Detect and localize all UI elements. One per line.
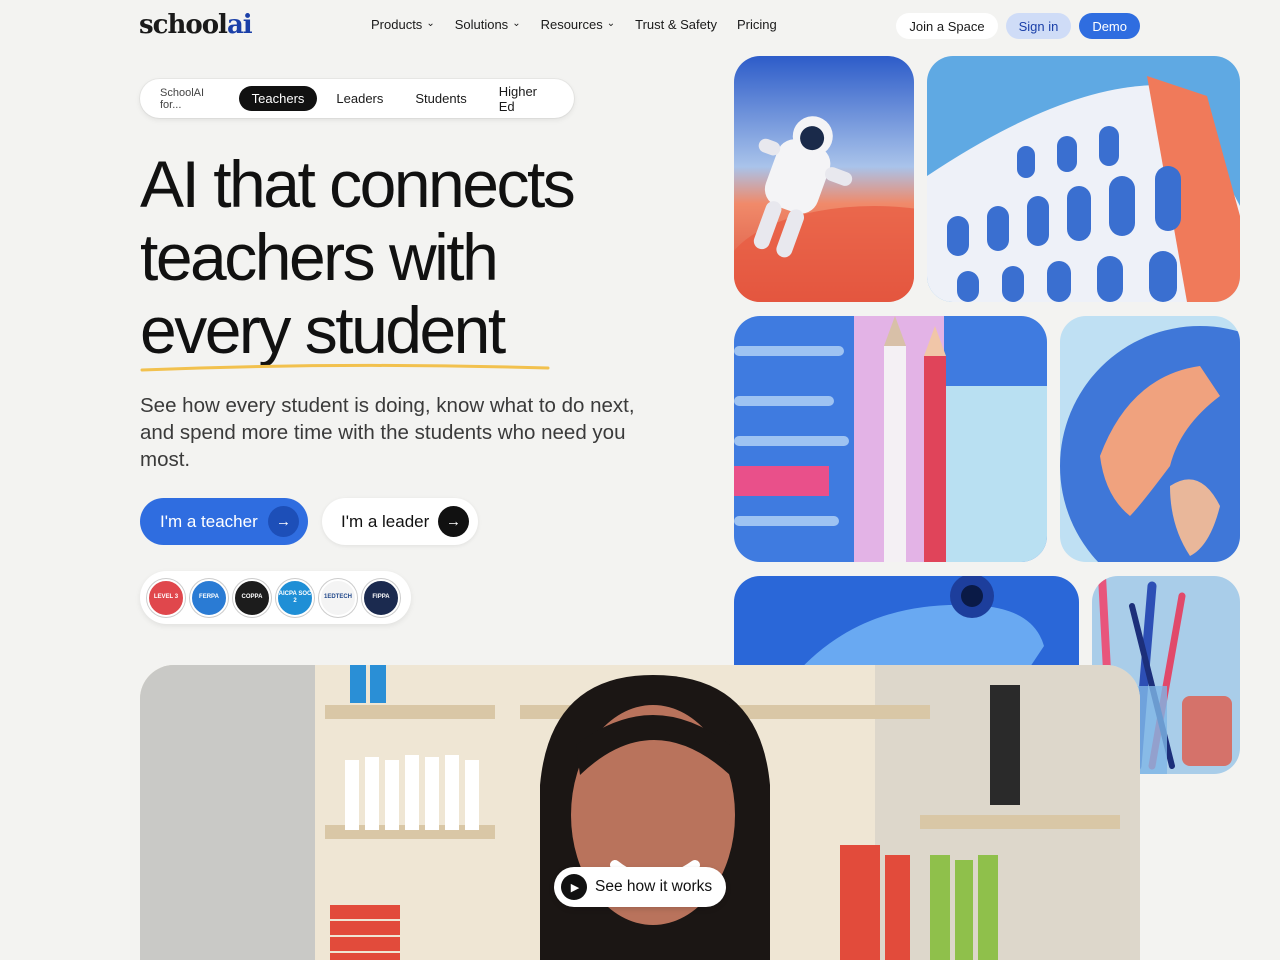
chevron-down-icon: ⌄ bbox=[512, 18, 521, 29]
nav-products[interactable]: Products ⌄ bbox=[371, 17, 435, 32]
1edtech-badge-icon: 1EDTECH bbox=[319, 578, 357, 617]
tab-leaders[interactable]: Leaders bbox=[323, 86, 396, 111]
globe-image bbox=[1060, 316, 1240, 562]
nav-trust-safety[interactable]: Trust & Safety bbox=[635, 17, 717, 32]
tab-students[interactable]: Students bbox=[402, 86, 479, 111]
hero-subtext: See how every student is doing, know wha… bbox=[140, 394, 635, 471]
compliance-badges: LEVEL 3 FERPA COPPA AICPA SOC 2 1EDTECH … bbox=[140, 571, 411, 624]
arrow-right-icon: → bbox=[438, 506, 469, 537]
astronaut-image bbox=[734, 56, 914, 302]
demo-button[interactable]: Demo bbox=[1079, 13, 1140, 39]
teacher-cta-button[interactable]: I'm a teacher → bbox=[140, 498, 308, 545]
coppa-badge-icon: COPPA bbox=[233, 578, 271, 617]
leader-cta-button[interactable]: I'm a leader → bbox=[322, 498, 478, 545]
nav-resources[interactable]: Resources ⌄ bbox=[541, 17, 616, 32]
header-actions: Join a Space Sign in Demo bbox=[896, 13, 1140, 39]
audience-prefix: SchoolAI for... bbox=[160, 86, 205, 111]
main-nav: Products ⌄ Solutions ⌄ Resources ⌄ Trust & … bbox=[371, 17, 777, 32]
join-space-button[interactable]: Join a Space bbox=[896, 13, 998, 39]
aicpa-soc2-badge-icon: AICPA SOC 2 bbox=[276, 578, 314, 617]
sign-in-button[interactable]: Sign in bbox=[1005, 13, 1072, 39]
audience-selector: SchoolAI for... Teachers Leaders Student… bbox=[140, 79, 574, 118]
level-badge-icon: LEVEL 3 bbox=[147, 578, 185, 617]
tab-teachers[interactable]: Teachers bbox=[238, 86, 318, 111]
frog-image bbox=[734, 576, 1079, 676]
ferpa-badge-icon: FERPA bbox=[190, 578, 228, 617]
hero-headline: AI that connects teachers with every stu… bbox=[140, 147, 576, 367]
headline-underline bbox=[140, 363, 550, 372]
play-icon: ▶ bbox=[561, 874, 587, 900]
video-preview[interactable] bbox=[140, 665, 1140, 960]
pencils-image bbox=[734, 316, 1047, 562]
colosseum-image bbox=[927, 56, 1240, 302]
chevron-down-icon: ⌄ bbox=[606, 18, 616, 29]
arrow-right-icon: → bbox=[268, 506, 299, 537]
nav-solutions[interactable]: Solutions ⌄ bbox=[455, 17, 521, 32]
play-video-button[interactable]: ▶ See how it works bbox=[554, 867, 726, 907]
chevron-down-icon: ⌄ bbox=[426, 18, 435, 29]
fippa-badge-icon: FIPPA bbox=[362, 578, 400, 617]
nav-pricing[interactable]: Pricing bbox=[737, 17, 777, 32]
logo[interactable]: schoolai bbox=[139, 10, 253, 40]
tab-higher-ed[interactable]: Higher Ed bbox=[486, 79, 568, 119]
